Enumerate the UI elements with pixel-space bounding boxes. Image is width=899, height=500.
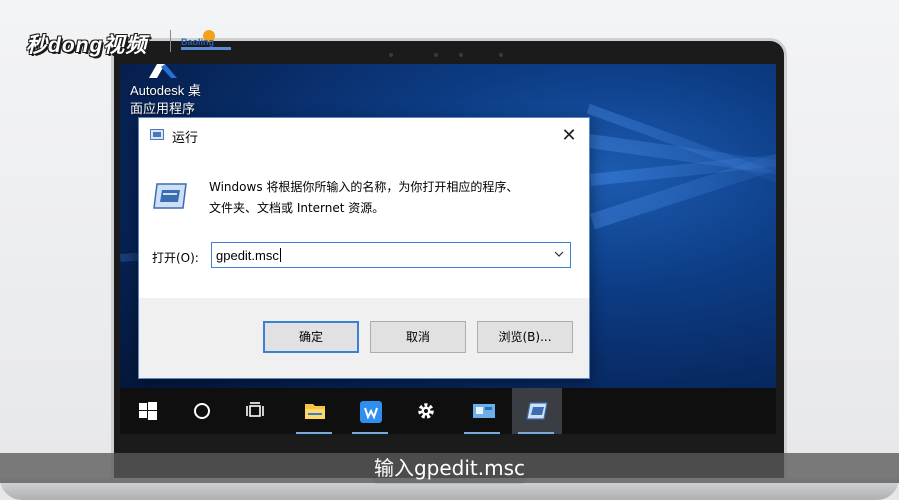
settings-button[interactable]: [402, 388, 450, 434]
autodesk-icon: [149, 64, 177, 78]
run-taskbar-button[interactable]: [512, 388, 562, 434]
open-label: 打开(O):: [152, 251, 199, 265]
text-caret: [279, 248, 281, 262]
cancel-button[interactable]: 取消: [370, 321, 466, 353]
desktop-icon-autodesk[interactable]: Autodesk 桌 面应用程序: [130, 62, 206, 118]
run-icon: [526, 402, 548, 420]
control-panel-button[interactable]: [458, 388, 506, 434]
dialog-title: 运行: [172, 131, 199, 146]
close-button[interactable]: ✕: [555, 122, 583, 148]
subtitle-text: 输入gpedit.msc: [373, 456, 526, 480]
input-text: gpedit.msc: [216, 248, 279, 263]
camera-dot: [389, 53, 393, 57]
taskbar: [120, 388, 776, 434]
task-view-button[interactable]: [232, 388, 280, 434]
search-circle-icon: [194, 403, 210, 419]
dialog-description: Windows 将根据你所输入的名称，为你打开相应的程序、 文件夹、文档或 In…: [209, 180, 519, 215]
control-panel-icon: [473, 404, 495, 418]
file-explorer-button[interactable]: [290, 388, 338, 434]
windows-icon: [139, 402, 157, 420]
camera-dot: [459, 53, 463, 57]
browse-button[interactable]: 浏览(B)...: [477, 321, 573, 353]
task-view-icon: [246, 402, 264, 417]
dialog-titlebar[interactable]: 运行 ✕: [139, 118, 589, 152]
camera-dot: [499, 53, 503, 57]
running-indicator: [518, 432, 554, 434]
partner-logo-icon: Baoling: [181, 30, 231, 50]
dialog-body: Windows 将根据你所输入的名称，为你打开相应的程序、 文件夹、文档或 In…: [139, 152, 589, 298]
desktop-icon-label: Autodesk 桌 面应用程序: [130, 83, 201, 116]
run-dialog: 运行 ✕ Windows 将根据你所输入的名称，为你打开相应的程序、 文件夹、文…: [138, 117, 590, 379]
run-icon: [150, 129, 164, 140]
watermark-logo: 秒dong视频: [26, 34, 148, 57]
wps-icon: [360, 401, 382, 423]
logo-separator: [170, 30, 171, 52]
running-indicator: [352, 432, 388, 434]
running-indicator: [464, 432, 500, 434]
running-indicator: [296, 432, 332, 434]
folder-icon: [305, 404, 325, 419]
wps-button[interactable]: [346, 388, 394, 434]
cortana-button[interactable]: [178, 388, 226, 434]
ok-button[interactable]: 确定: [263, 321, 359, 353]
gear-icon: [418, 403, 434, 419]
open-input[interactable]: gpedit.msc: [211, 242, 571, 268]
svg-text:Baoling: Baoling: [181, 37, 214, 47]
start-button[interactable]: [124, 388, 172, 434]
run-icon: [153, 183, 187, 209]
chevron-down-icon[interactable]: [554, 249, 564, 259]
camera-dot: [434, 53, 438, 57]
open-input-value: gpedit.msc: [216, 248, 281, 263]
